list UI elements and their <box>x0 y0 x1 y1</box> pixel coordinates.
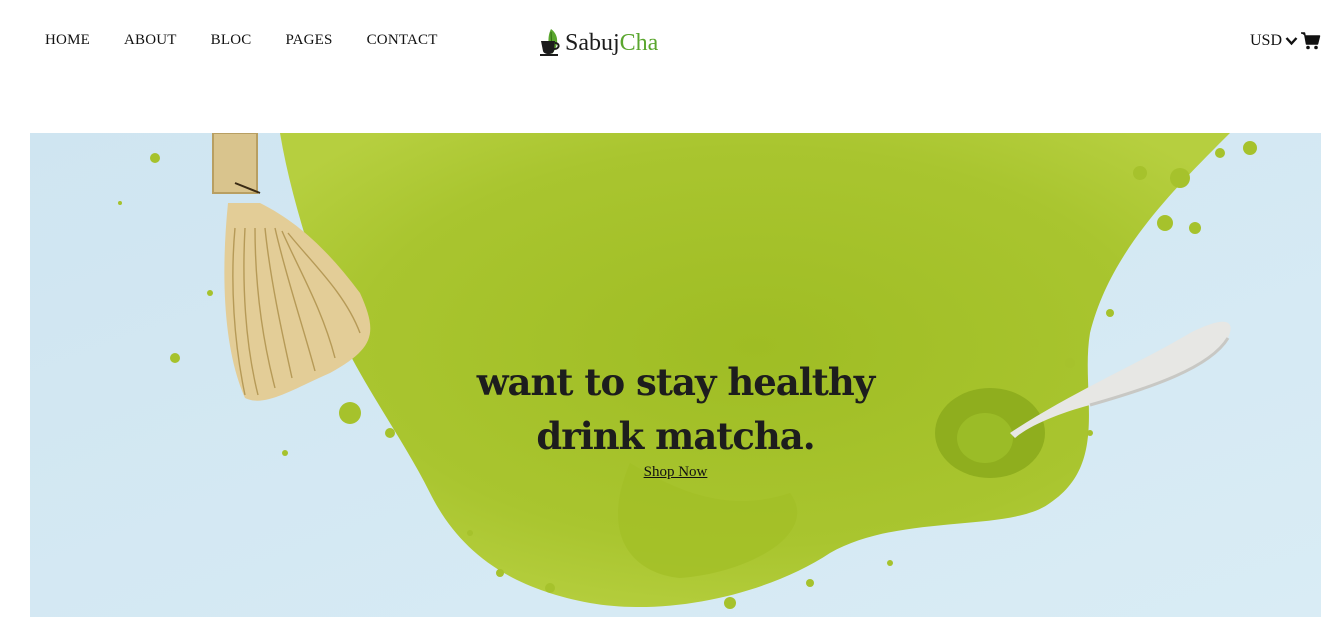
hero-content: want to stay healthy drink matcha. Shop … <box>30 355 1321 481</box>
nav-home-link[interactable]: HOME <box>45 32 90 49</box>
logo-text-cha: Cha <box>619 29 659 56</box>
nav-bloc-link[interactable]: BLOC <box>211 32 252 49</box>
nav-pages-link[interactable]: PAGES <box>285 32 332 49</box>
cart-icon[interactable] <box>1301 32 1321 50</box>
hero-headline-line2: drink matcha. <box>536 414 815 458</box>
header-tools: USD <box>1250 32 1321 50</box>
hero-banner: want to stay healthy drink matcha. Shop … <box>30 133 1321 617</box>
hero-headline-line1: want to stay healthy <box>476 360 876 404</box>
nav-about-link[interactable]: ABOUT <box>124 32 177 49</box>
teacup-leaf-icon <box>540 29 560 56</box>
logo-text-sabuj: Sabuj <box>565 29 620 56</box>
shop-now-link[interactable]: Shop Now <box>644 464 708 481</box>
logo-text: SabujCha <box>565 30 658 57</box>
currency-label: USD <box>1249 32 1282 49</box>
site-logo[interactable]: SabujCha <box>539 27 658 59</box>
currency-selector[interactable]: USD <box>1250 32 1298 50</box>
main-nav: HOME ABOUT BLOC PAGES CONTACT <box>45 32 472 49</box>
chevron-down-icon <box>1285 37 1298 46</box>
nav-contact-link[interactable]: CONTACT <box>367 32 438 49</box>
